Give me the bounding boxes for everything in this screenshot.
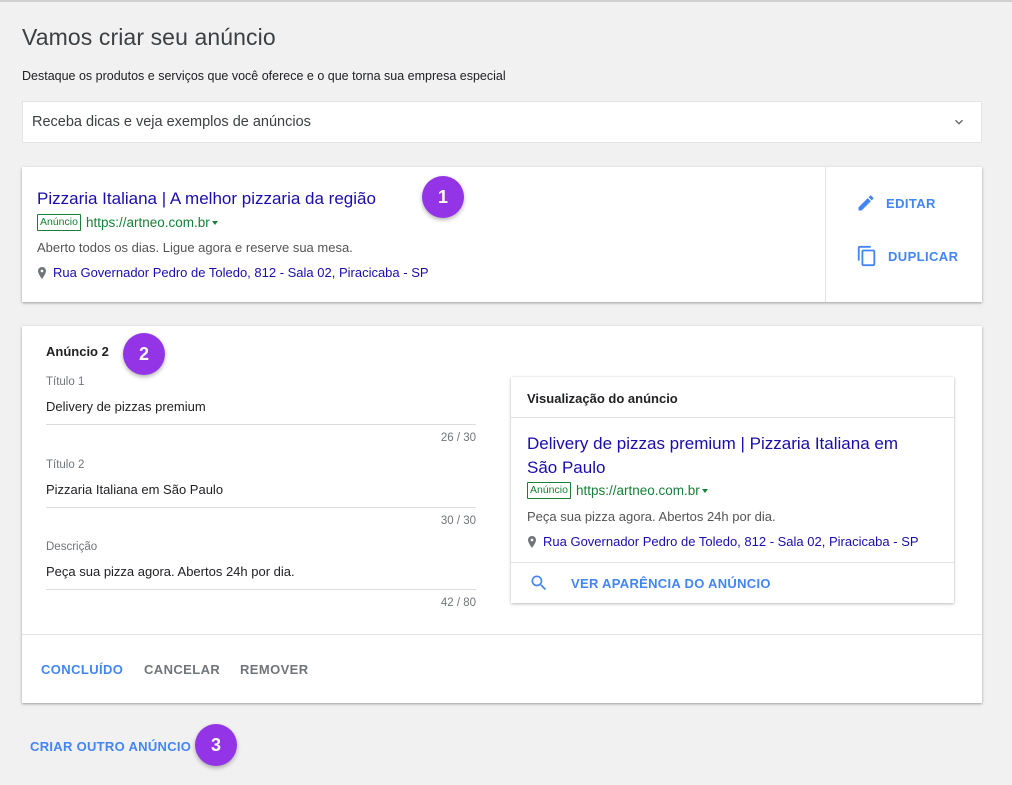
pencil-icon (858, 195, 874, 211)
page-title: Vamos criar seu anúncio (22, 24, 276, 50)
step-badge-3: 3 (195, 724, 237, 766)
card-vertical-divider (825, 167, 826, 302)
create-another-ad-button[interactable]: CRIAR OUTRO ANÚNCIO (30, 739, 191, 754)
headline2-field[interactable]: Título 2 Pizzaria Italiana em São Paulo … (46, 459, 476, 527)
field-value[interactable]: Pizzaria Italiana em São Paulo (46, 482, 476, 498)
edit-button[interactable]: EDITAR (856, 193, 936, 213)
location-pin-icon (38, 266, 46, 279)
field-value[interactable]: Peça sua pizza agora. Abertos 24h por di… (46, 564, 476, 580)
field-value[interactable]: Delivery de pizzas premium (46, 399, 476, 415)
search-icon (531, 575, 547, 591)
headline1-field[interactable]: Título 1 Delivery de pizzas premium 26 /… (46, 376, 476, 444)
ad1-description: Aberto todos os dias. Ligue agora e rese… (37, 240, 353, 255)
view-ad-appearance-button[interactable]: VER APARÊNCIA DO ANÚNCIO (511, 562, 954, 603)
field-underline (46, 507, 476, 508)
duplicate-label: DUPLICAR (888, 248, 959, 264)
char-counter: 30 / 30 (440, 515, 476, 527)
card-footer-divider (22, 634, 982, 635)
tips-expander[interactable]: Receba dicas e veja exemplos de anúncios (22, 101, 982, 143)
caret-down-icon (211, 220, 218, 225)
page-subtitle: Destaque os produtos e serviços que você… (22, 69, 506, 83)
field-underline (46, 589, 476, 590)
char-counter: 42 / 80 (440, 597, 476, 609)
ad2-title: Anúncio 2 (46, 344, 109, 359)
tips-label: Receba dicas e veja exemplos de anúncios (32, 114, 311, 130)
field-underline (46, 424, 476, 425)
preview-heading: Visualização do anúncio (511, 377, 954, 418)
preview-badge: Anúncio (527, 482, 571, 499)
step-badge-1: 1 (422, 176, 464, 218)
ad1-url: https://artneo.com.br (85, 215, 210, 230)
description-field[interactable]: Descrição Peça sua pizza agora. Abertos … (46, 541, 476, 609)
preview-headline[interactable]: Delivery de pizzas premium | Pizzaria It… (527, 432, 907, 480)
preview-url: https://artneo.com.br (575, 483, 700, 498)
ad1-address-text[interactable]: Rua Governador Pedro de Toledo, 812 - Sa… (53, 265, 429, 280)
char-counter: 26 / 30 (440, 432, 476, 444)
ad1-badge: Anúncio (37, 214, 81, 231)
edit-label: EDITAR (886, 195, 936, 211)
chevron-down-icon (955, 119, 963, 125)
cancel-button[interactable]: CANCELAR (144, 662, 220, 677)
ad1-headline[interactable]: Pizzaria Italiana | A melhor pizzaria da… (37, 189, 376, 209)
ad-card-2: Anúncio 2 Título 1 Delivery de pizzas pr… (22, 326, 982, 703)
field-label: Título 2 (46, 459, 85, 471)
field-label: Descrição (46, 541, 98, 553)
done-button[interactable]: CONCLUÍDO (41, 662, 123, 677)
remove-button[interactable]: REMOVER (240, 662, 309, 677)
ad1-address: Rua Governador Pedro de Toledo, 812 - Sa… (37, 265, 429, 280)
top-divider (0, 0, 1012, 2)
copy-icon (857, 245, 876, 267)
ad1-url-row: Anúncio https://artneo.com.br (37, 214, 218, 231)
location-pin-icon (528, 535, 536, 548)
caret-down-icon (701, 488, 708, 493)
preview-description: Peça sua pizza agora. Abertos 24h por di… (527, 509, 776, 524)
field-label: Título 1 (46, 376, 85, 388)
view-ad-appearance-label: VER APARÊNCIA DO ANÚNCIO (571, 575, 771, 591)
preview-address: Rua Governador Pedro de Toledo, 812 - Sa… (527, 534, 919, 549)
preview-address-text[interactable]: Rua Governador Pedro de Toledo, 812 - Sa… (543, 534, 919, 549)
duplicate-button[interactable]: DUPLICAR (856, 244, 958, 268)
step-badge-2: 2 (123, 333, 165, 375)
preview-url-row: Anúncio https://artneo.com.br (527, 482, 708, 499)
ad-card-1: Pizzaria Italiana | A melhor pizzaria da… (22, 167, 982, 302)
ad-preview-card: Visualização do anúncio Delivery de pizz… (511, 377, 954, 603)
